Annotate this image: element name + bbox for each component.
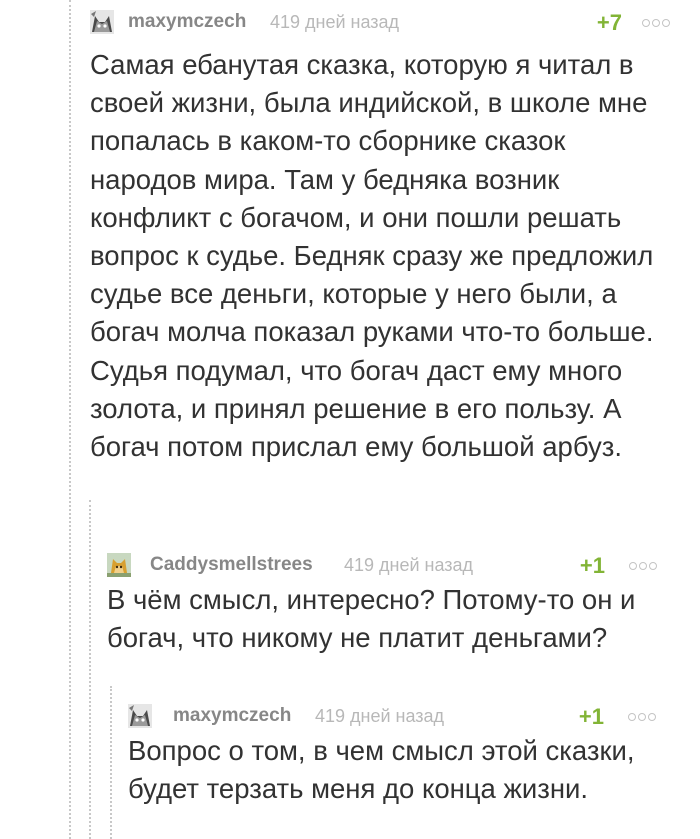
comment-text: В чём смысл, интересно? Потому-то он и б… (107, 584, 636, 654)
cat-face-avatar-icon[interactable] (90, 10, 114, 34)
more-options-icon[interactable] (642, 19, 670, 31)
comment-text: Самая ебанутая сказка, которую я читал в… (90, 49, 654, 463)
thread-line-level-3[interactable] (110, 686, 112, 839)
more-options-icon[interactable] (628, 713, 656, 725)
comment-text: Вопрос о том, в чем смысл этой сказки, б… (128, 735, 635, 805)
comment-time: 419 дней назад (270, 12, 400, 32)
thread-line-level-2[interactable] (89, 500, 91, 839)
rating-counter: +1 (579, 553, 605, 578)
username-link[interactable]: maxymczech (128, 11, 246, 33)
cat-face-avatar-icon[interactable] (128, 704, 152, 728)
comment-header: Caddysmellstrees 419 дней назад +1 (107, 553, 657, 579)
more-options-icon[interactable] (629, 562, 657, 574)
username-link[interactable]: Caddysmellstrees (150, 554, 313, 576)
thread-line-level-1[interactable] (69, 0, 71, 839)
comment-reply-nested: maxymczech 419 дней назад +1 Вопрос о то… (128, 704, 656, 808)
rating-counter: +7 (596, 10, 622, 35)
fox-avatar-icon[interactable] (107, 553, 131, 577)
comment-time: 419 дней назад (344, 555, 474, 575)
comment-header: maxymczech 419 дней назад +1 (128, 704, 656, 730)
comment-root: maxymczech 419 дней назад +7 Самая ебану… (90, 10, 670, 466)
comment-header: maxymczech 419 дней назад +7 (90, 10, 670, 36)
comment-reply: Caddysmellstrees 419 дней назад +1 В чём… (107, 553, 657, 657)
username-link[interactable]: maxymczech (173, 705, 291, 727)
rating-counter: +1 (578, 704, 604, 729)
comment-time: 419 дней назад (315, 706, 445, 726)
